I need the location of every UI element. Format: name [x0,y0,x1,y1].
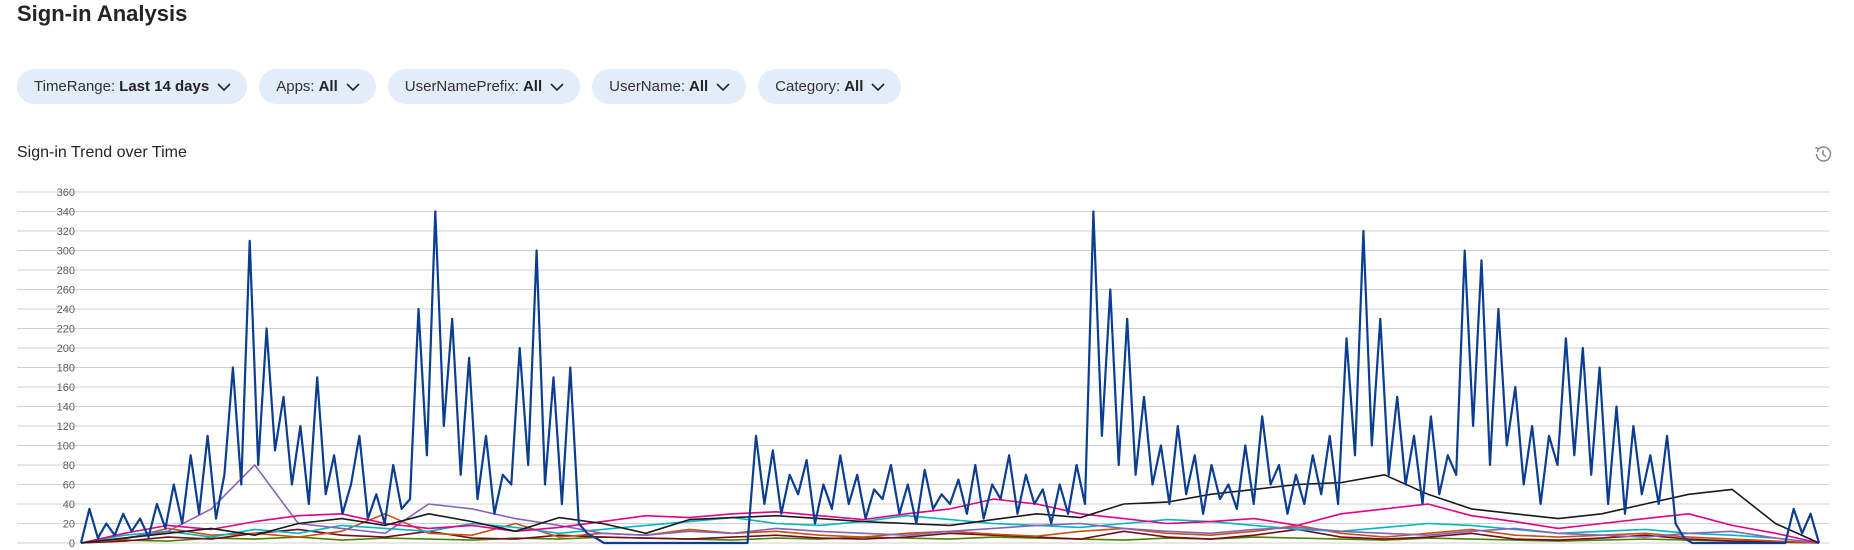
filter-value: All [844,78,864,95]
chevron-down-icon [716,82,730,91]
filter-label: Apps [276,78,311,95]
y-tick-label: 340 [57,207,75,219]
y-tick-label: 20 [63,519,75,531]
y-tick-label: 160 [57,382,75,394]
y-tick-label: 0 [69,538,75,550]
y-tick-label: 140 [57,402,75,414]
section-title: Sign-in Trend over Time [17,144,187,161]
y-tick-label: 300 [57,246,75,258]
y-tick-label: 260 [57,285,75,297]
filter-value: Last 14 days [119,78,210,95]
filter-label: TimeRange [34,78,111,95]
y-tick-label: 320 [57,226,75,238]
filter-label: Category [775,78,837,95]
page-title: Sign-in Analysis [17,1,188,26]
filter-value: All [522,78,543,95]
y-tick-label: 220 [57,324,75,336]
chart-canvas: 0 20 40 60 80 100 120 140 160 180 200 220 240 260 280 3… [17,187,1829,550]
y-tick-label: 40 [63,499,75,511]
y-tick-label: 100 [57,441,75,453]
filter-label: UserNamePrefix [404,78,515,95]
filter-usernameprefix[interactable]: UserNamePrefix: All [387,69,581,104]
filter-value: All [318,78,338,95]
filter-bar: TimeRange: Last 14 days Apps: All UserNa… [17,69,902,104]
chevron-down-icon [871,82,885,91]
filter-timerange[interactable]: TimeRange: Last 14 days [17,69,248,104]
y-tick-label: 240 [57,304,75,316]
y-tick-label: 360 [57,187,75,199]
filter-category[interactable]: Category: All [758,69,902,104]
filter-username[interactable]: UserName: All [592,69,747,104]
y-tick-label: 200 [57,343,75,355]
y-tick-label: 180 [57,363,75,375]
filter-value: All [689,78,709,95]
y-tick-label: 80 [63,460,75,472]
sign-in-trend-chart: 0 20 40 60 80 100 120 140 160 180 200 220 240 260 280 3… [17,180,1832,550]
series-line-0 [79,210,1821,545]
y-tick-label: 120 [57,421,75,433]
chevron-down-icon [550,82,564,91]
y-tick-label: 280 [57,265,75,277]
y-tick-label: 60 [63,480,75,492]
filter-apps[interactable]: Apps: All [259,69,376,104]
filter-label: UserName [609,78,681,95]
history-icon[interactable] [1812,143,1834,165]
chevron-down-icon [346,82,360,91]
chevron-down-icon [217,82,231,91]
